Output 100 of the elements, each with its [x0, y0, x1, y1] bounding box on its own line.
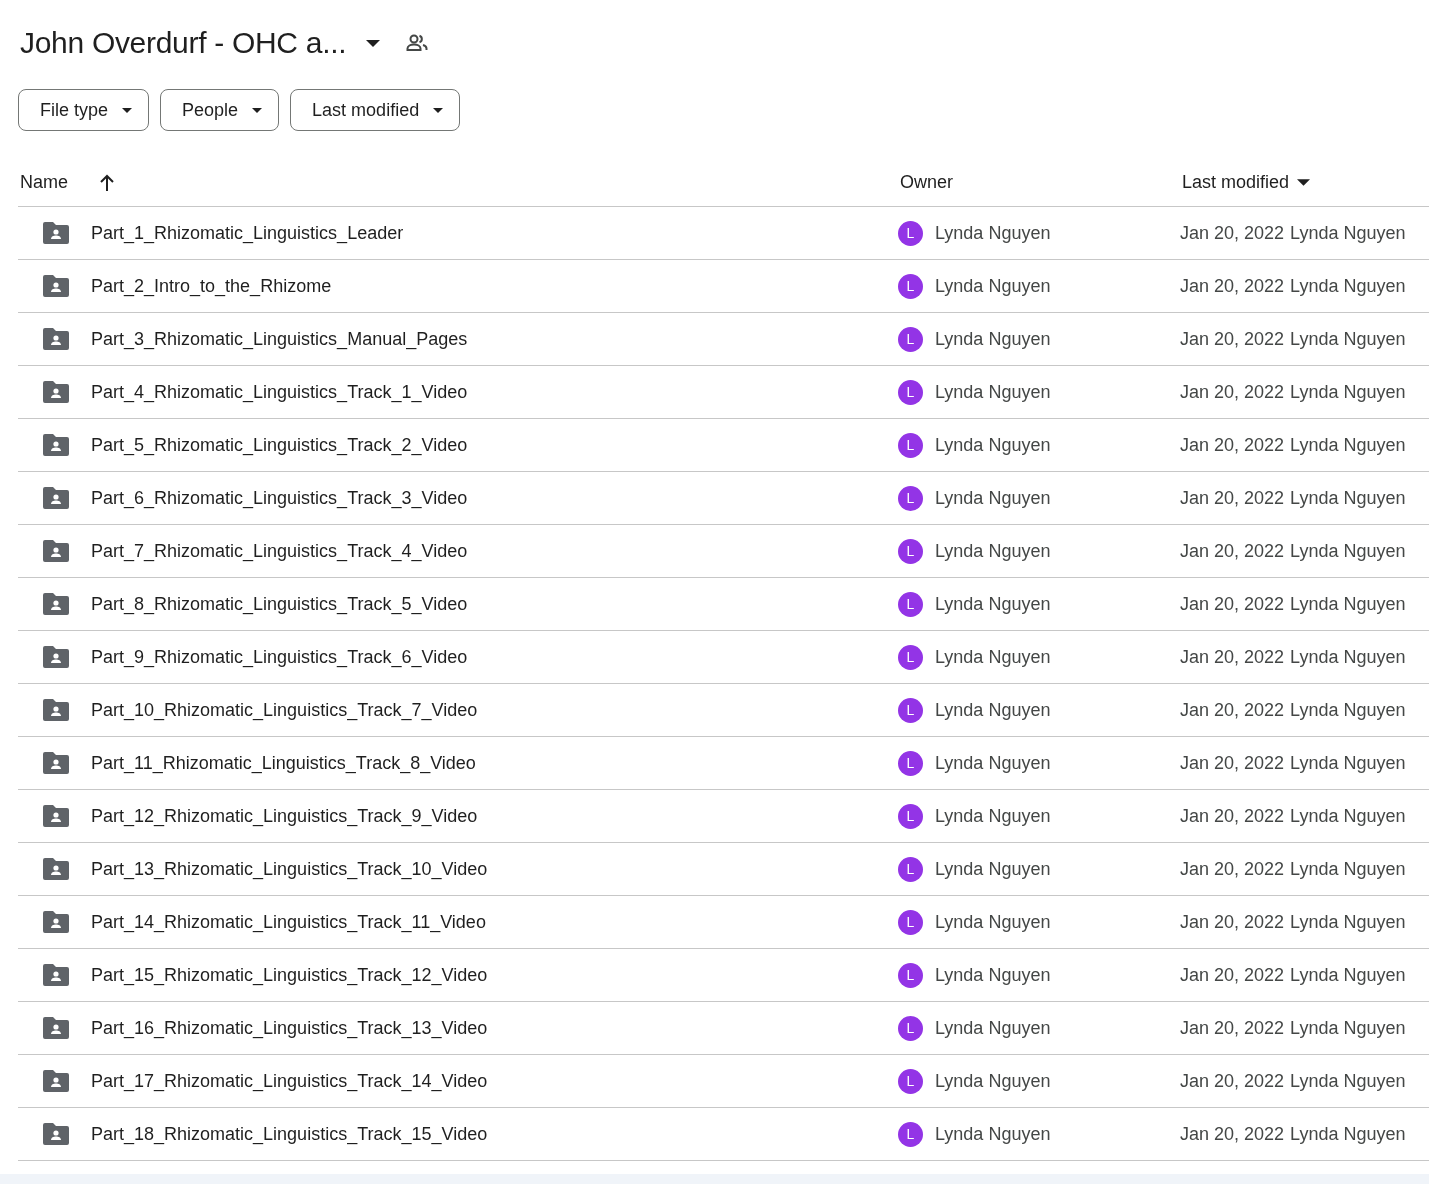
file-name[interactable]: Part_12_Rhizomatic_Linguistics_Track_9_Video — [91, 805, 478, 827]
file-name[interactable]: Part_9_Rhizomatic_Linguistics_Track_6_Video — [91, 646, 468, 668]
modified-by: Lynda Nguyen — [1290, 858, 1406, 880]
modified-date: Jan 20, 2022 — [1180, 858, 1285, 880]
modified-date: Jan 20, 2022 — [1180, 1123, 1285, 1145]
owner-avatar: L — [898, 379, 923, 405]
owner-name: Lynda Nguyen — [935, 646, 1051, 668]
file-name[interactable]: Part_14_Rhizomatic_Linguistics_Track_11_Video — [91, 911, 486, 933]
owner-name: Lynda Nguyen — [935, 1070, 1051, 1092]
file-name[interactable]: Part_11_Rhizomatic_Linguistics_Track_8_Video — [91, 752, 476, 774]
owner-name: Lynda Nguyen — [935, 540, 1051, 562]
modified-date: Jan 20, 2022 — [1180, 646, 1285, 668]
shared-folder-icon — [43, 964, 69, 986]
column-header[interactable]: Owner — [898, 172, 953, 193]
owner-name: Lynda Nguyen — [935, 434, 1051, 456]
caret-icon — [1297, 179, 1311, 186]
modified-date: Jan 20, 2022 — [1180, 540, 1285, 562]
owner-name: Lynda Nguyen — [935, 1123, 1051, 1145]
owner-avatar: L — [898, 485, 923, 511]
file-name[interactable]: Part_18_Rhizomatic_Linguistics_Track_15_Video — [91, 1123, 488, 1145]
file-name[interactable]: Part_16_Rhizomatic_Linguistics_Track_13_Video — [91, 1017, 488, 1039]
file-name[interactable]: Part_1_Rhizomatic_Linguistics_Leader — [91, 222, 404, 244]
shared-folder-icon — [43, 858, 69, 880]
modified-date: Jan 20, 2022 — [1180, 699, 1285, 721]
modified-by: Lynda Nguyen — [1290, 593, 1406, 615]
owner-avatar: L — [898, 1068, 923, 1094]
shared-folder-icon — [43, 646, 69, 668]
modified-by: Lynda Nguyen — [1290, 434, 1406, 456]
modified-by: Lynda Nguyen — [1290, 1070, 1406, 1092]
filter-dropdown[interactable]: People — [160, 89, 280, 131]
file-name[interactable]: Part_15_Rhizomatic_Linguistics_Track_12_Video — [91, 964, 488, 986]
owner-avatar: L — [898, 750, 923, 776]
file-name[interactable]: Part_17_Rhizomatic_Linguistics_Track_14_Video — [91, 1070, 488, 1092]
owner-name: Lynda Nguyen — [935, 328, 1051, 350]
people-icon — [406, 34, 429, 52]
file-name[interactable]: Part_8_Rhizomatic_Linguistics_Track_5_Video — [91, 593, 468, 615]
file-name[interactable]: Part_2_Intro_to_the_Rhizome — [91, 275, 332, 297]
file-name[interactable]: Part_7_Rhizomatic_Linguistics_Track_4_Video — [91, 540, 468, 562]
modified-by: Lynda Nguyen — [1290, 964, 1406, 986]
modified-date: Jan 20, 2022 — [1180, 275, 1285, 297]
column-header[interactable]: Last modified — [1180, 172, 1311, 193]
modified-by: Lynda Nguyen — [1290, 646, 1406, 668]
caret-icon — [252, 107, 263, 113]
owner-avatar: L — [898, 697, 923, 723]
shared-folder-icon — [43, 1070, 69, 1092]
owner-avatar: L — [898, 432, 923, 458]
owner-name: Lynda Nguyen — [935, 964, 1051, 986]
modified-date: Jan 20, 2022 — [1180, 964, 1285, 986]
owner-avatar: L — [898, 538, 923, 564]
file-name[interactable]: Part_10_Rhizomatic_Linguistics_Track_7_Video — [91, 699, 478, 721]
modified-by: Lynda Nguyen — [1290, 328, 1406, 350]
shared-folder-icon — [43, 805, 69, 827]
column-header[interactable]: Name — [18, 172, 115, 193]
owner-name: Lynda Nguyen — [935, 858, 1051, 880]
shared-folder-icon — [43, 699, 69, 721]
shared-folder-icon — [43, 222, 69, 244]
modified-by: Lynda Nguyen — [1290, 275, 1406, 297]
modified-by: Lynda Nguyen — [1290, 1123, 1406, 1145]
folder-title: John Overdurf - OHC a... — [20, 26, 347, 60]
modified-by: Lynda Nguyen — [1290, 911, 1406, 933]
modified-date: Jan 20, 2022 — [1180, 805, 1285, 827]
owner-avatar: L — [898, 1121, 923, 1147]
owner-name: Lynda Nguyen — [935, 1017, 1051, 1039]
owner-name: Lynda Nguyen — [935, 487, 1051, 509]
file-name[interactable]: Part_4_Rhizomatic_Linguistics_Track_1_Video — [91, 381, 468, 403]
shared-folder-icon — [43, 593, 69, 615]
shared-folder-icon — [43, 1017, 69, 1039]
owner-name: Lynda Nguyen — [935, 381, 1051, 403]
modified-by: Lynda Nguyen — [1290, 752, 1406, 774]
modified-by: Lynda Nguyen — [1290, 381, 1406, 403]
shared-folder-icon — [43, 540, 69, 562]
modified-by: Lynda Nguyen — [1290, 487, 1406, 509]
modified-date: Jan 20, 2022 — [1180, 487, 1285, 509]
filter-dropdown[interactable]: File type — [18, 89, 150, 131]
owner-avatar: L — [898, 803, 923, 829]
modified-date: Jan 20, 2022 — [1180, 328, 1285, 350]
modified-date: Jan 20, 2022 — [1180, 434, 1285, 456]
owner-avatar: L — [898, 856, 923, 882]
caret-icon — [433, 107, 444, 113]
owner-name: Lynda Nguyen — [935, 593, 1051, 615]
owner-name: Lynda Nguyen — [935, 222, 1051, 244]
file-name[interactable]: Part_5_Rhizomatic_Linguistics_Track_2_Video — [91, 434, 468, 456]
shared-folder-icon — [43, 381, 69, 403]
file-name[interactable]: Part_6_Rhizomatic_Linguistics_Track_3_Video — [91, 487, 468, 509]
owner-name: Lynda Nguyen — [935, 699, 1051, 721]
modified-date: Jan 20, 2022 — [1180, 1070, 1285, 1092]
shared-folder-icon — [43, 328, 69, 350]
modified-by: Lynda Nguyen — [1290, 1017, 1406, 1039]
owner-name: Lynda Nguyen — [935, 911, 1051, 933]
owner-avatar: L — [898, 591, 923, 617]
modified-date: Jan 20, 2022 — [1180, 1017, 1285, 1039]
shared-folder-icon — [43, 487, 69, 509]
file-name[interactable]: Part_3_Rhizomatic_Linguistics_Manual_Pages — [91, 328, 468, 350]
file-name[interactable]: Part_13_Rhizomatic_Linguistics_Track_10_Video — [91, 858, 488, 880]
owner-avatar: L — [898, 220, 923, 246]
modified-date: Jan 20, 2022 — [1180, 911, 1285, 933]
owner-avatar: L — [898, 326, 923, 352]
modified-by: Lynda Nguyen — [1290, 540, 1406, 562]
filter-dropdown[interactable]: Last modified — [290, 89, 461, 131]
owner-avatar: L — [898, 273, 923, 299]
